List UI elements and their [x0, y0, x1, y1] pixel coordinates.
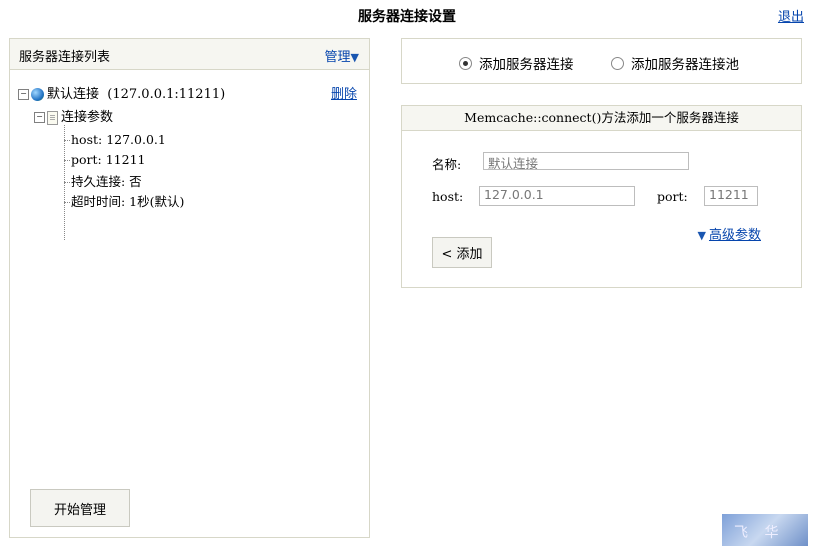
server-connection-list-panel: 服务器连接列表 管理▼ − 默认连接 (127.0.0.1:11211) 删除 −…: [9, 38, 370, 538]
tree-leaf-timeout: 超时时间: 1秒(默认): [64, 191, 184, 210]
tree-node-connection-params[interactable]: − 连接参数: [34, 106, 113, 125]
radio-label: 添加服务器连接: [479, 57, 574, 73]
chevron-down-icon: ▼: [697, 229, 706, 242]
panel-header: 服务器连接列表 管理▼: [10, 39, 369, 70]
tree-leaf-port: port: 11211: [64, 152, 145, 167]
globe-icon: [31, 88, 44, 101]
start-manage-button[interactable]: 开始管理: [30, 489, 130, 527]
tree-leaf-host: host: 127.0.0.1: [64, 132, 166, 147]
add-connection-button[interactable]: < 添加: [432, 237, 492, 268]
panel-title: 服务器连接列表: [19, 50, 111, 65]
host-input[interactable]: 127.0.0.1: [479, 186, 635, 206]
collapse-toggle-icon[interactable]: −: [18, 89, 29, 100]
form-header: Memcache::connect()方法添加一个服务器连接: [402, 106, 801, 131]
port-label: port:: [657, 189, 688, 204]
watermark-logo: 飞 华: [722, 514, 808, 546]
logout-link[interactable]: 退出: [778, 6, 804, 25]
params-label: 连接参数: [61, 110, 114, 125]
manage-dropdown[interactable]: 管理▼: [325, 46, 359, 65]
manage-label: 管理: [324, 50, 351, 65]
connection-name: 默认连接: [47, 87, 100, 102]
host-label: host:: [432, 189, 464, 204]
name-label: 名称:: [432, 157, 462, 172]
chevron-down-icon: ▼: [350, 51, 359, 64]
name-input[interactable]: 默认连接: [483, 152, 689, 171]
add-connection-form: Memcache::connect()方法添加一个服务器连接 名称: 默认连接 …: [401, 105, 802, 288]
radio-add-server-connection[interactable]: 添加服务器连接: [459, 53, 574, 73]
connection-type-selector: 添加服务器连接 添加服务器连接池: [401, 38, 802, 84]
tree-node-default-connection[interactable]: − 默认连接 (127.0.0.1:11211): [18, 83, 226, 102]
connection-address: (127.0.0.1:11211): [107, 87, 226, 102]
document-icon: [47, 110, 58, 125]
radio-label: 添加服务器连接池: [631, 57, 739, 73]
page-title: 服务器连接设置: [358, 9, 456, 25]
tree-leaf-persistent: 持久连接: 否: [64, 171, 142, 190]
radio-unchecked-icon[interactable]: [611, 57, 624, 70]
advanced-params-toggle[interactable]: ▼ 高级参数: [698, 224, 761, 243]
advanced-params-link[interactable]: 高级参数: [709, 228, 761, 243]
delete-connection-link[interactable]: 删除: [331, 83, 357, 102]
radio-add-server-pool[interactable]: 添加服务器连接池: [611, 53, 739, 73]
radio-checked-icon[interactable]: [459, 57, 472, 70]
collapse-toggle-icon[interactable]: −: [34, 112, 45, 123]
port-input[interactable]: 11211: [704, 186, 758, 206]
